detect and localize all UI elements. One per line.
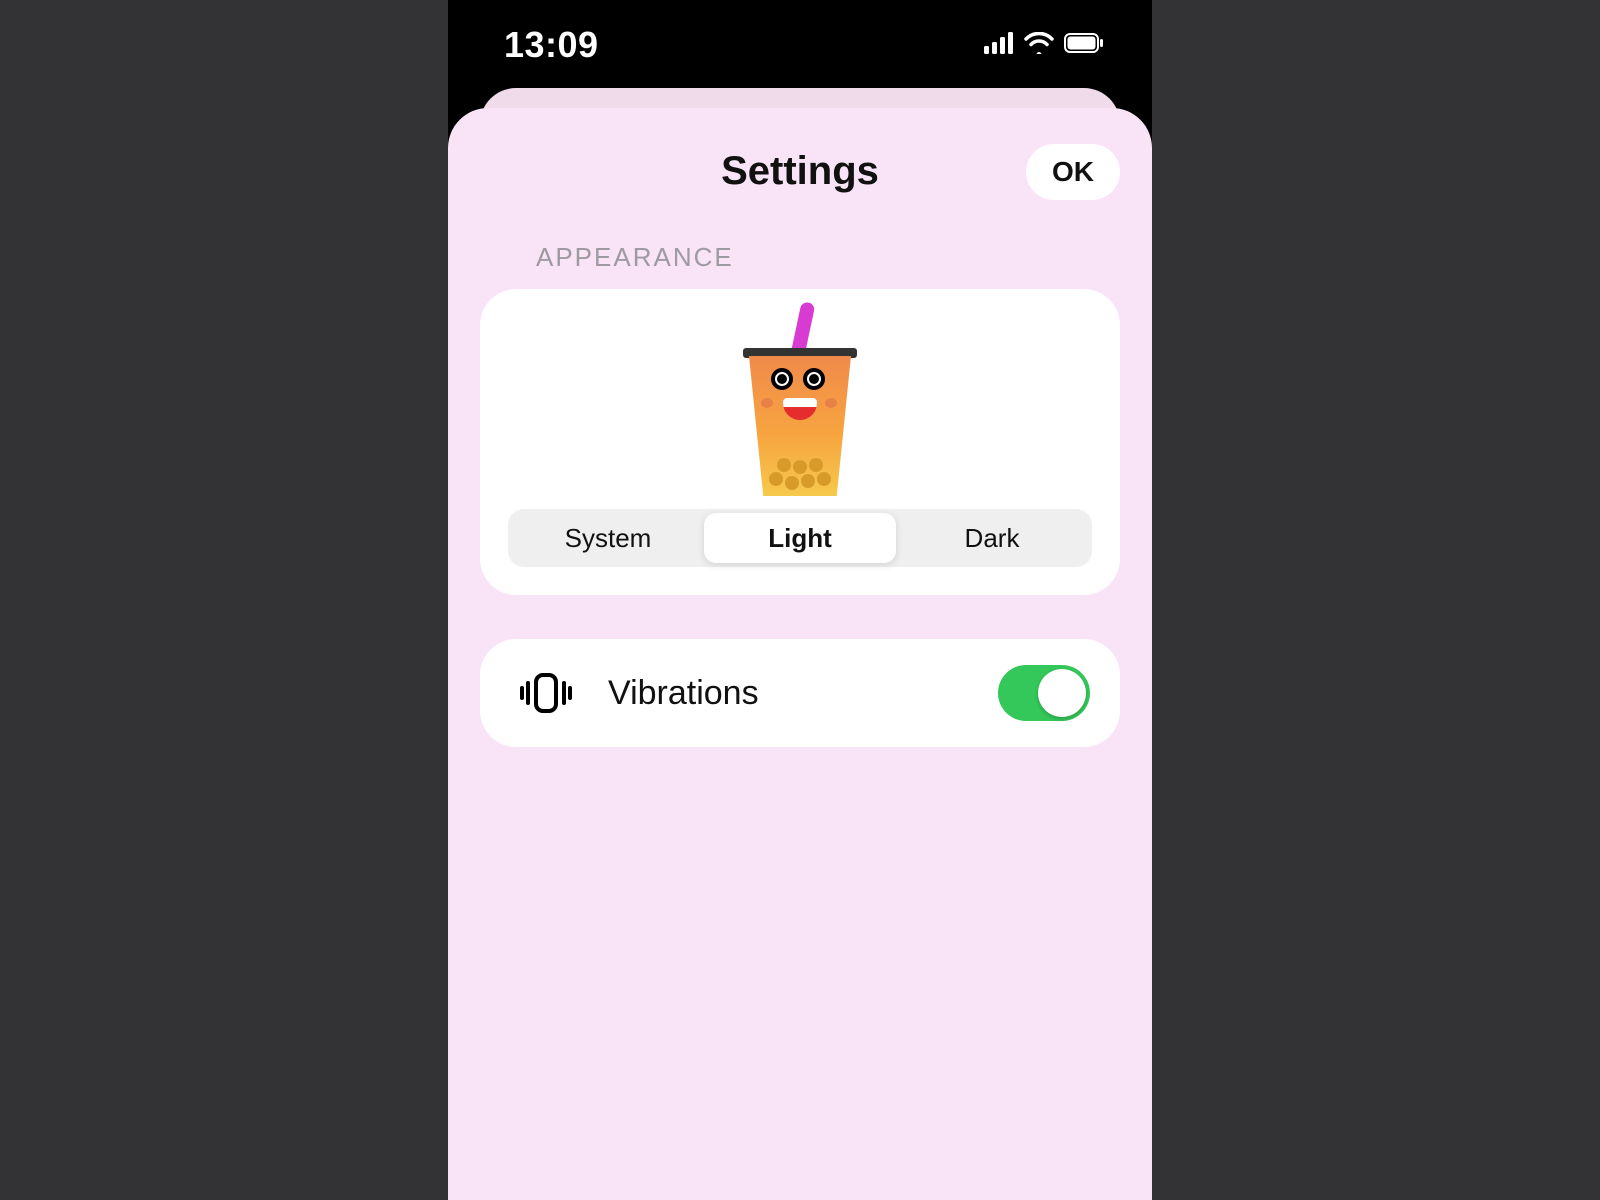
appearance-card: System Light Dark (480, 289, 1120, 595)
status-indicators (984, 32, 1104, 59)
vibration-icon (520, 671, 572, 715)
toggle-knob (1038, 669, 1086, 717)
theme-segmented-control[interactable]: System Light Dark (508, 509, 1092, 567)
page-title: Settings (721, 149, 879, 194)
appearance-preview (508, 309, 1092, 509)
settings-sheet: Settings OK APPEARANCE (448, 108, 1152, 1200)
theme-option-system[interactable]: System (512, 513, 704, 563)
cellular-icon (984, 32, 1014, 59)
phone-frame: 13:09 (448, 0, 1152, 1200)
theme-option-light[interactable]: Light (704, 513, 896, 563)
status-time: 13:09 (504, 24, 599, 66)
theme-option-dark[interactable]: Dark (896, 513, 1088, 563)
vibrations-row: Vibrations (480, 639, 1120, 747)
wifi-icon (1024, 32, 1054, 59)
boba-cup-icon (745, 314, 855, 504)
appearance-section-label: APPEARANCE (536, 242, 1120, 273)
vibrations-label: Vibrations (608, 674, 998, 713)
vibrations-toggle[interactable] (998, 665, 1090, 721)
ok-button[interactable]: OK (1026, 144, 1120, 200)
battery-icon (1064, 33, 1104, 58)
status-bar: 13:09 (448, 0, 1152, 90)
sheet-header: Settings OK (480, 136, 1120, 206)
